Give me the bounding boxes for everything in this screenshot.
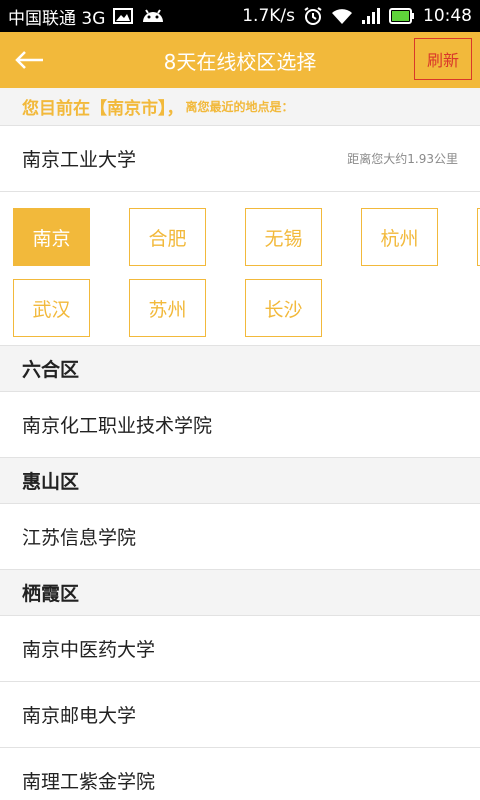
current-location-bar: 您目前在【 南京市 】， 离您最近的地点是：	[0, 88, 480, 126]
net-speed-label: 1.7K/s	[242, 6, 295, 26]
city-button-label: 杭州	[380, 227, 419, 250]
city-button-label: 合肥	[148, 227, 187, 250]
current-city: 南京市	[107, 99, 158, 119]
city-button-label: 南京	[32, 227, 71, 250]
image-notification-icon	[113, 8, 134, 24]
city-button-label: 武汉	[32, 298, 71, 321]
battery-icon	[389, 8, 415, 24]
alarm-icon	[303, 6, 323, 26]
city-button[interactable]: 苏州	[129, 279, 206, 337]
city-button[interactable]: 南京	[13, 208, 90, 266]
nearest-campus-row[interactable]: 南京工业大学 距离您大约1.93公里	[0, 126, 480, 192]
district-header: 惠山区	[0, 458, 480, 504]
signal-icon	[361, 7, 381, 25]
nearest-campus-name: 南京工业大学	[22, 149, 137, 171]
school-item[interactable]: 江苏信息学院	[0, 504, 480, 570]
school-item[interactable]: 南京中医药大学	[0, 616, 480, 682]
district-header: 栖霞区	[0, 570, 480, 616]
carrier-label: 中国联通 3G	[8, 8, 106, 29]
nearest-campus-distance: 距离您大约1.93公里	[347, 152, 458, 166]
city-button[interactable]: 长沙	[245, 279, 322, 337]
status-bar: 中国联通 3G 1.7K/s 10:48	[0, 0, 480, 32]
back-arrow-icon	[15, 51, 43, 69]
city-button-label: 苏州	[148, 298, 187, 321]
title-bar: 8天在线校区选择 刷新	[0, 32, 480, 88]
city-button[interactable]: 合肥	[129, 208, 206, 266]
wifi-icon	[331, 7, 353, 25]
school-item[interactable]: 南理工紫金学院	[0, 748, 480, 800]
android-icon	[141, 8, 165, 24]
school-item[interactable]: 南京化工职业技术学院	[0, 392, 480, 458]
city-button-label: 长沙	[264, 298, 303, 321]
city-button[interactable]: 武汉	[13, 279, 90, 337]
back-button[interactable]	[10, 42, 50, 78]
city-selector: 南京 合肥 无锡 杭州 武汉 苏州 长沙	[0, 192, 480, 346]
city-button[interactable]: 无锡	[245, 208, 322, 266]
city-button-label: 无锡	[264, 227, 303, 250]
district-header: 六合区	[0, 346, 480, 392]
clock-label: 10:48	[423, 6, 472, 26]
location-bracket: 】，	[158, 99, 184, 119]
page-title: 8天在线校区选择	[163, 49, 317, 74]
refresh-button[interactable]: 刷新	[414, 38, 472, 80]
school-item[interactable]: 南京邮电大学	[0, 682, 480, 748]
location-prefix: 您目前在【	[22, 99, 107, 119]
location-suffix: 离您最近的地点是：	[185, 100, 294, 114]
city-button[interactable]: 杭州	[361, 208, 438, 266]
